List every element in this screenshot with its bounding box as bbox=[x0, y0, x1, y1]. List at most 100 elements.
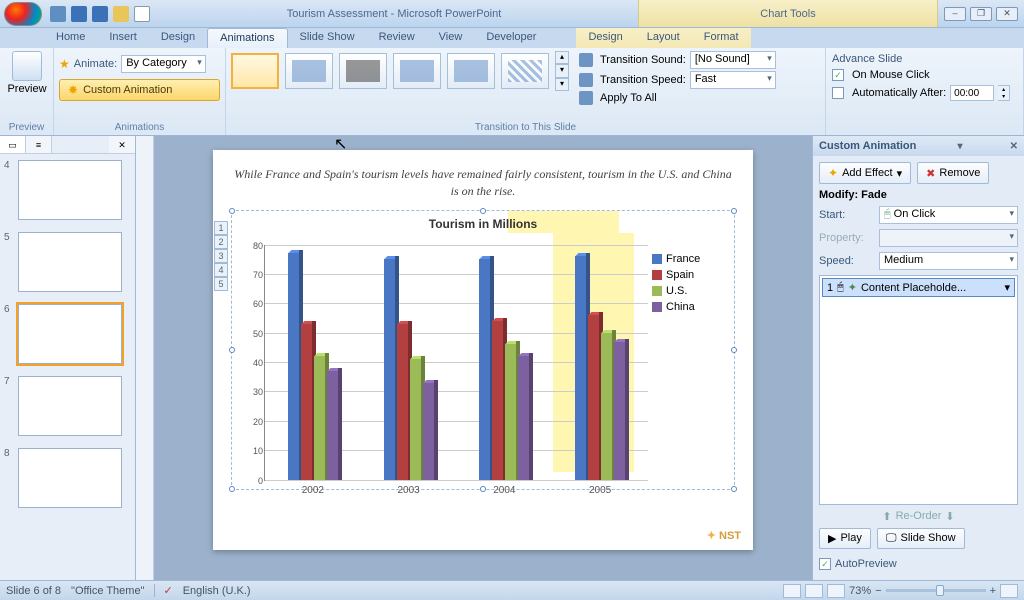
autopreview-checkbox[interactable]: ✓AutoPreview bbox=[819, 554, 1018, 574]
play-button[interactable]: ▶ Play bbox=[819, 528, 871, 549]
status-language[interactable]: English (U.K.) bbox=[183, 585, 251, 597]
tab-chart-design[interactable]: Design bbox=[576, 28, 634, 48]
status-slide-number: Slide 6 of 8 bbox=[6, 585, 61, 597]
qat-open-icon[interactable] bbox=[113, 6, 129, 22]
transition-gallery[interactable]: ▴▾▾ bbox=[231, 51, 569, 91]
taskpane-close-icon[interactable]: ✕ bbox=[1010, 141, 1018, 152]
anim-tag[interactable]: 4 bbox=[214, 263, 228, 277]
start-label: Start: bbox=[819, 209, 875, 221]
effect-icon: ✦ bbox=[848, 281, 857, 294]
transition-option[interactable] bbox=[339, 53, 387, 89]
chart-bar bbox=[301, 324, 312, 480]
group-label-advance bbox=[832, 131, 1018, 135]
reorder-controls: ⬆ Re-Order ⬇ bbox=[819, 510, 1018, 523]
taskpane-dropdown-icon[interactable]: ▾ bbox=[957, 141, 962, 152]
transition-option[interactable] bbox=[285, 53, 333, 89]
maximize-button[interactable]: ❐ bbox=[970, 7, 992, 21]
on-mouse-click-checkbox[interactable]: ✓On Mouse Click bbox=[832, 69, 1018, 81]
nst-logo: NST bbox=[707, 529, 741, 542]
animate-dropdown[interactable]: By Category bbox=[121, 55, 206, 73]
zoom-in-button[interactable]: + bbox=[990, 585, 996, 597]
add-effect-button[interactable]: ✦Add Effect ▾ bbox=[819, 162, 911, 184]
remove-effect-button[interactable]: ✖Remove bbox=[917, 162, 989, 184]
speed-dropdown[interactable]: Medium bbox=[879, 252, 1018, 270]
spellcheck-icon[interactable]: ✓ bbox=[163, 585, 172, 597]
tab-view[interactable]: View bbox=[427, 28, 475, 48]
office-button[interactable] bbox=[4, 2, 42, 26]
chart-bar bbox=[479, 259, 490, 479]
preview-button[interactable]: Preview bbox=[5, 51, 49, 95]
transition-none[interactable] bbox=[231, 53, 279, 89]
thumb-tab-outline[interactable]: ≡ bbox=[26, 136, 52, 153]
item-number: 1 bbox=[827, 282, 833, 294]
apply-all-icon bbox=[579, 91, 593, 105]
tab-home[interactable]: Home bbox=[44, 28, 97, 48]
zoom-percent[interactable]: 73% bbox=[849, 585, 871, 597]
thumb-pane-close[interactable]: ✕ bbox=[109, 136, 135, 153]
custom-animation-button[interactable]: ✸ Custom Animation bbox=[59, 79, 220, 101]
item-name: Content Placeholde... bbox=[861, 282, 1001, 294]
zoom-slider[interactable] bbox=[886, 589, 986, 592]
custom-animation-label: Custom Animation bbox=[83, 84, 172, 96]
anim-tag[interactable]: 2 bbox=[214, 235, 228, 249]
zoom-out-button[interactable]: − bbox=[875, 585, 881, 597]
custom-animation-pane: Custom Animation ▾ ✕ ✦Add Effect ▾ ✖Remo… bbox=[812, 136, 1024, 580]
apply-to-all-button[interactable]: Apply To All bbox=[579, 91, 776, 105]
animation-list-item[interactable]: 1 🖱 ✦ Content Placeholde... ▾ bbox=[822, 278, 1015, 297]
slide-thumbnail[interactable]: 6★ bbox=[0, 298, 135, 370]
gallery-scroll[interactable]: ▴▾▾ bbox=[555, 51, 569, 91]
chart-bar bbox=[492, 321, 503, 480]
reorder-down-icon[interactable]: ⬇ bbox=[945, 510, 954, 523]
qat-undo-icon[interactable] bbox=[71, 6, 87, 22]
star-icon: ✦ bbox=[828, 166, 838, 180]
trans-speed-dropdown[interactable]: Fast bbox=[690, 71, 776, 89]
slide-thumbnail[interactable]: 4 bbox=[0, 154, 135, 226]
fit-button[interactable] bbox=[1000, 584, 1018, 598]
slideshow-view-button[interactable] bbox=[827, 584, 845, 598]
tab-chart-layout[interactable]: Layout bbox=[635, 28, 692, 48]
tab-review[interactable]: Review bbox=[367, 28, 427, 48]
chart-legend: FranceSpainU.S.China bbox=[648, 245, 718, 481]
tab-developer[interactable]: Developer bbox=[474, 28, 548, 48]
autopreview-label: AutoPreview bbox=[835, 558, 897, 570]
tab-animations[interactable]: Animations bbox=[207, 28, 287, 48]
legend-item: China bbox=[652, 301, 714, 313]
sorter-view-button[interactable] bbox=[805, 584, 823, 598]
auto-after-label: Automatically After: bbox=[852, 87, 946, 99]
anim-tag[interactable]: 3 bbox=[214, 249, 228, 263]
advance-slide-title: Advance Slide bbox=[832, 53, 1018, 65]
tab-design[interactable]: Design bbox=[149, 28, 207, 48]
slide-thumbnail[interactable]: 5 bbox=[0, 226, 135, 298]
thumb-tab-slides[interactable]: ▭ bbox=[0, 136, 26, 153]
reorder-label: Re-Order bbox=[896, 510, 942, 523]
transition-option[interactable] bbox=[393, 53, 441, 89]
slideshow-button[interactable]: 🖵 Slide Show bbox=[877, 528, 965, 549]
tab-slideshow[interactable]: Slide Show bbox=[288, 28, 367, 48]
normal-view-button[interactable] bbox=[783, 584, 801, 598]
slide-canvas[interactable]: While France and Spain's tourism levels … bbox=[213, 150, 753, 550]
item-dropdown-icon[interactable]: ▾ bbox=[1004, 281, 1010, 294]
anim-tag[interactable]: 1 bbox=[214, 221, 228, 235]
chart-bar bbox=[410, 359, 421, 479]
reorder-up-icon[interactable]: ⬆ bbox=[882, 510, 891, 523]
animation-list[interactable]: 1 🖱 ✦ Content Placeholde... ▾ bbox=[819, 275, 1018, 505]
qat-new-icon[interactable] bbox=[134, 6, 150, 22]
slide-thumbnail[interactable]: 8 bbox=[0, 442, 135, 514]
qat-save-icon[interactable] bbox=[50, 6, 66, 22]
slide-thumbnail[interactable]: 7 bbox=[0, 370, 135, 442]
start-dropdown[interactable]: 🖱 On Click bbox=[879, 206, 1018, 224]
close-button[interactable]: ✕ bbox=[996, 7, 1018, 21]
mouse-icon: 🖱 bbox=[837, 281, 844, 294]
tab-insert[interactable]: Insert bbox=[97, 28, 149, 48]
auto-after-checkbox[interactable]: Automatically After: 00:00▴▾ bbox=[832, 85, 1018, 101]
anim-tag[interactable]: 5 bbox=[214, 277, 228, 291]
tab-chart-format[interactable]: Format bbox=[692, 28, 751, 48]
spinner-buttons[interactable]: ▴▾ bbox=[998, 85, 1010, 101]
minimize-button[interactable]: – bbox=[944, 7, 966, 21]
qat-redo-icon[interactable] bbox=[92, 6, 108, 22]
auto-after-value[interactable]: 00:00 bbox=[950, 85, 994, 101]
transition-option[interactable] bbox=[447, 53, 495, 89]
transition-option[interactable] bbox=[501, 53, 549, 89]
trans-sound-dropdown[interactable]: [No Sound] bbox=[690, 51, 776, 69]
chart-placeholder[interactable]: Tourism in Millions 1 2 3 4 5 0102030405… bbox=[231, 210, 735, 490]
